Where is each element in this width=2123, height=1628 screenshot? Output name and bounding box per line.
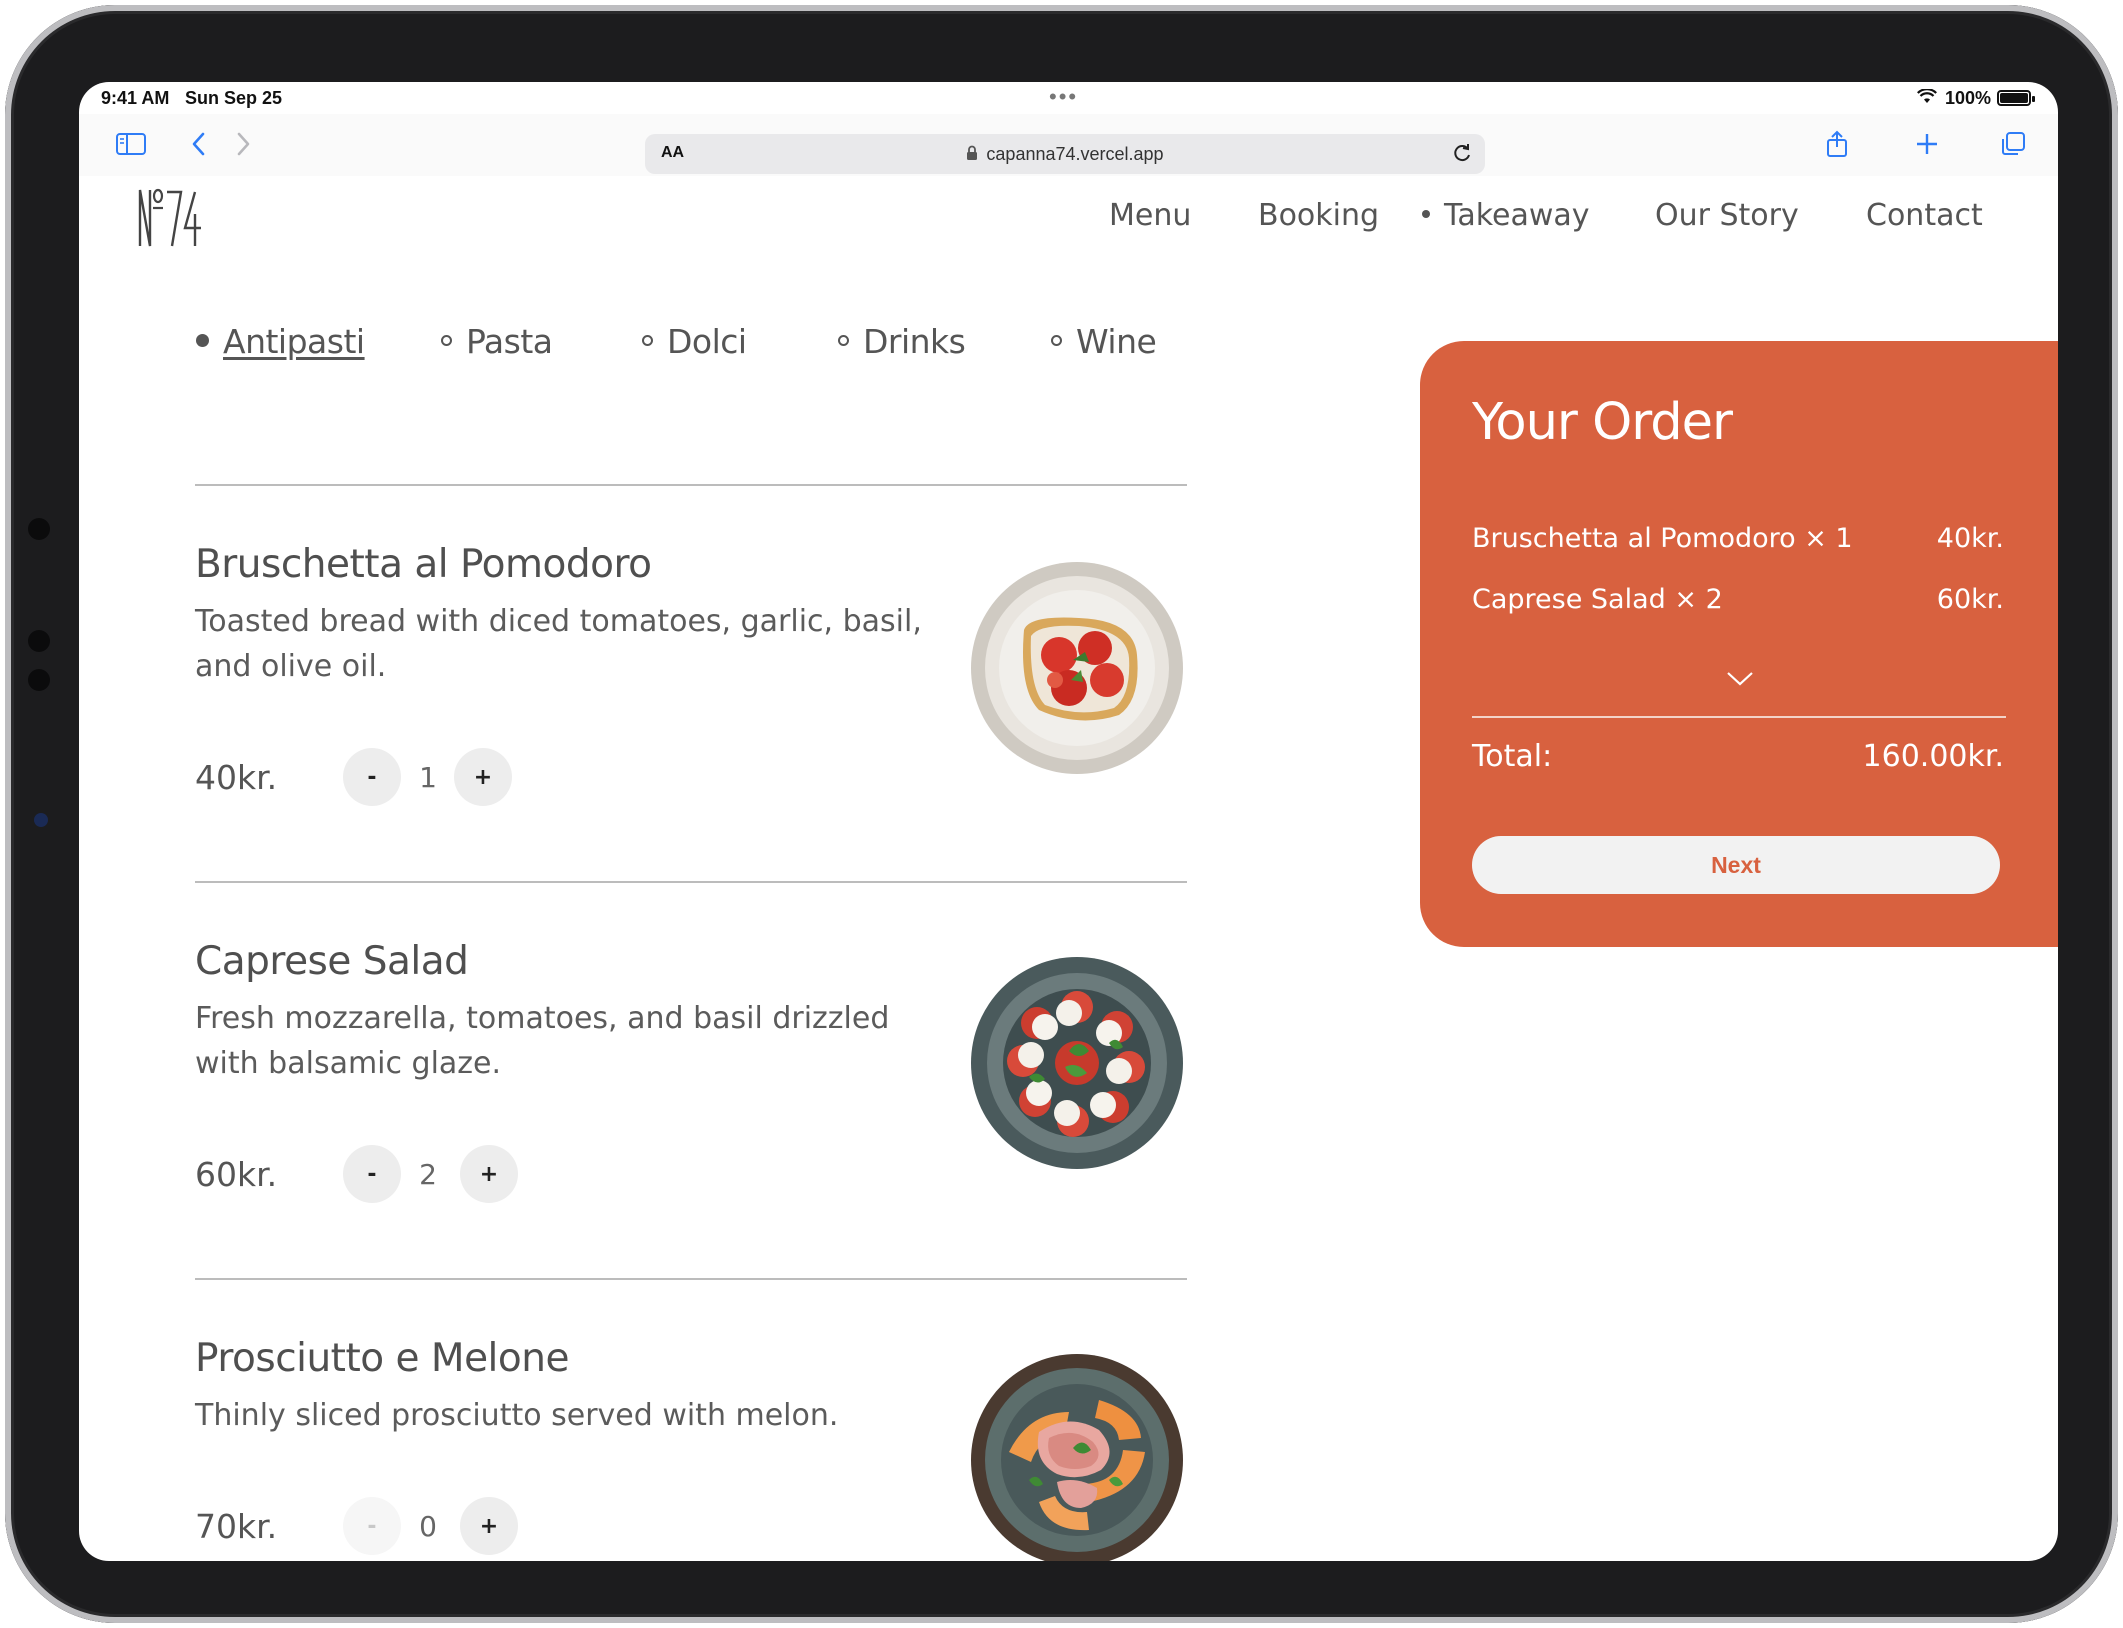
category-marker — [642, 335, 653, 346]
nav-contact[interactable]: Contact — [1866, 198, 1983, 233]
next-button[interactable]: Next — [1472, 836, 2000, 894]
category-wine[interactable]: Wine — [1051, 322, 1157, 361]
battery-icon — [1997, 90, 2035, 106]
item-quantity: 2 — [419, 1158, 437, 1191]
category-marker — [838, 335, 849, 346]
nav-takeaway[interactable]: Takeaway — [1422, 198, 1590, 233]
order-line: Bruschetta al Pomodoro × 1 40kr. — [1472, 523, 2004, 554]
status-time: 9:41 AM — [101, 88, 170, 108]
prosciutto-melone-image — [969, 1352, 1185, 1561]
category-label: Dolci — [667, 322, 747, 361]
category-marker — [1051, 335, 1062, 346]
item-price: 60kr. — [195, 1155, 278, 1194]
order-title: Your Order — [1472, 393, 1733, 452]
nav-menu[interactable]: Menu — [1109, 198, 1191, 233]
category-label: Drinks — [863, 322, 966, 361]
status-bar: 9:41 AM Sun Sep 25 ••• 100% — [79, 82, 2058, 114]
order-line: Caprese Salad × 2 60kr. — [1472, 584, 2004, 615]
nav-booking[interactable]: Booking — [1258, 198, 1379, 233]
chevron-left-icon[interactable] — [181, 126, 217, 162]
nav-takeaway-label: Takeaway — [1444, 198, 1590, 233]
divider — [195, 484, 1187, 486]
tabs-icon[interactable] — [1995, 126, 2031, 162]
total-amount: 160.00kr. — [1862, 739, 2004, 774]
item-quantity: 0 — [419, 1510, 437, 1543]
item-name: Prosciutto e Melone — [195, 1336, 569, 1381]
front-camera — [34, 813, 48, 827]
decrease-quantity-button[interactable]: - — [343, 748, 401, 806]
increase-quantity-button[interactable]: + — [460, 1497, 518, 1555]
browser-toolbar: AA capanna74.vercel.app — [79, 114, 2058, 176]
item-description: Fresh mozzarella, tomatoes, and basil dr… — [195, 1001, 890, 1081]
order-panel: Your Order Bruschetta al Pomodoro × 1 40… — [1420, 341, 2058, 947]
chevron-right-icon[interactable] — [225, 126, 261, 162]
item-description: Thinly sliced prosciutto served with mel… — [195, 1398, 839, 1433]
chevron-down-icon[interactable] — [1726, 671, 1754, 687]
category-dolci[interactable]: Dolci — [642, 322, 747, 361]
category-label: Antipasti — [223, 322, 365, 361]
category-pasta[interactable]: Pasta — [441, 322, 553, 361]
order-divider — [1472, 716, 2006, 718]
multitasking-dots-icon[interactable]: ••• — [1049, 84, 1078, 110]
item-name: Bruschetta al Pomodoro — [195, 542, 652, 587]
order-line-label: Bruschetta al Pomodoro × 1 — [1472, 523, 1853, 554]
category-antipasti[interactable]: Antipasti — [196, 322, 365, 361]
order-line-amount: 40kr. — [1936, 523, 2004, 554]
url-text: capanna74.vercel.app — [986, 144, 1164, 164]
lock-icon — [967, 145, 978, 160]
screen: 9:41 AM Sun Sep 25 ••• 100% AA capanna74… — [79, 82, 2058, 1561]
divider — [195, 881, 1187, 883]
order-total: Total: 160.00kr. — [1472, 739, 2004, 774]
category-marker — [441, 335, 452, 346]
plus-icon[interactable] — [1909, 126, 1945, 162]
battery-fill — [2000, 93, 2028, 103]
caprese-salad-image — [969, 955, 1185, 1171]
divider — [195, 1278, 1187, 1280]
share-icon[interactable] — [1819, 126, 1855, 162]
item-quantity: 1 — [419, 761, 437, 794]
hardware-dot — [28, 518, 50, 540]
category-label: Wine — [1076, 322, 1157, 361]
site-logo[interactable] — [137, 186, 203, 255]
increase-quantity-button[interactable]: + — [460, 1145, 518, 1203]
hardware-dot — [28, 669, 50, 691]
item-price: 40kr. — [195, 758, 278, 797]
url-display: capanna74.vercel.app — [645, 144, 1485, 165]
decrease-quantity-button[interactable]: - — [343, 1145, 401, 1203]
increase-quantity-button[interactable]: + — [454, 748, 512, 806]
item-price: 70kr. — [195, 1507, 278, 1546]
bruschetta-image — [969, 560, 1185, 776]
total-label: Total: — [1472, 739, 1553, 774]
category-label: Pasta — [466, 322, 553, 361]
order-line-amount: 60kr. — [1936, 584, 2004, 615]
nav-our-story[interactable]: Our Story — [1655, 198, 1799, 233]
ipad-frame: 9:41 AM Sun Sep 25 ••• 100% AA capanna74… — [5, 5, 2118, 1623]
status-date: Sun Sep 25 — [185, 88, 283, 108]
hardware-dot — [28, 630, 50, 652]
item-name: Caprese Salad — [195, 939, 469, 984]
wifi-icon — [1917, 89, 1937, 103]
decrease-quantity-button[interactable]: - — [343, 1497, 401, 1555]
item-description: Toasted bread with diced tomatoes, garli… — [195, 604, 922, 684]
address-bar[interactable]: AA capanna74.vercel.app — [645, 134, 1485, 174]
order-line-label: Caprese Salad × 2 — [1472, 584, 1723, 615]
sidebar-icon[interactable] — [113, 126, 149, 162]
battery-percent: 100% — [1945, 88, 1992, 108]
active-nav-indicator — [1422, 209, 1430, 218]
category-marker — [196, 334, 209, 347]
category-drinks[interactable]: Drinks — [838, 322, 966, 361]
reload-icon[interactable] — [1451, 142, 1473, 164]
